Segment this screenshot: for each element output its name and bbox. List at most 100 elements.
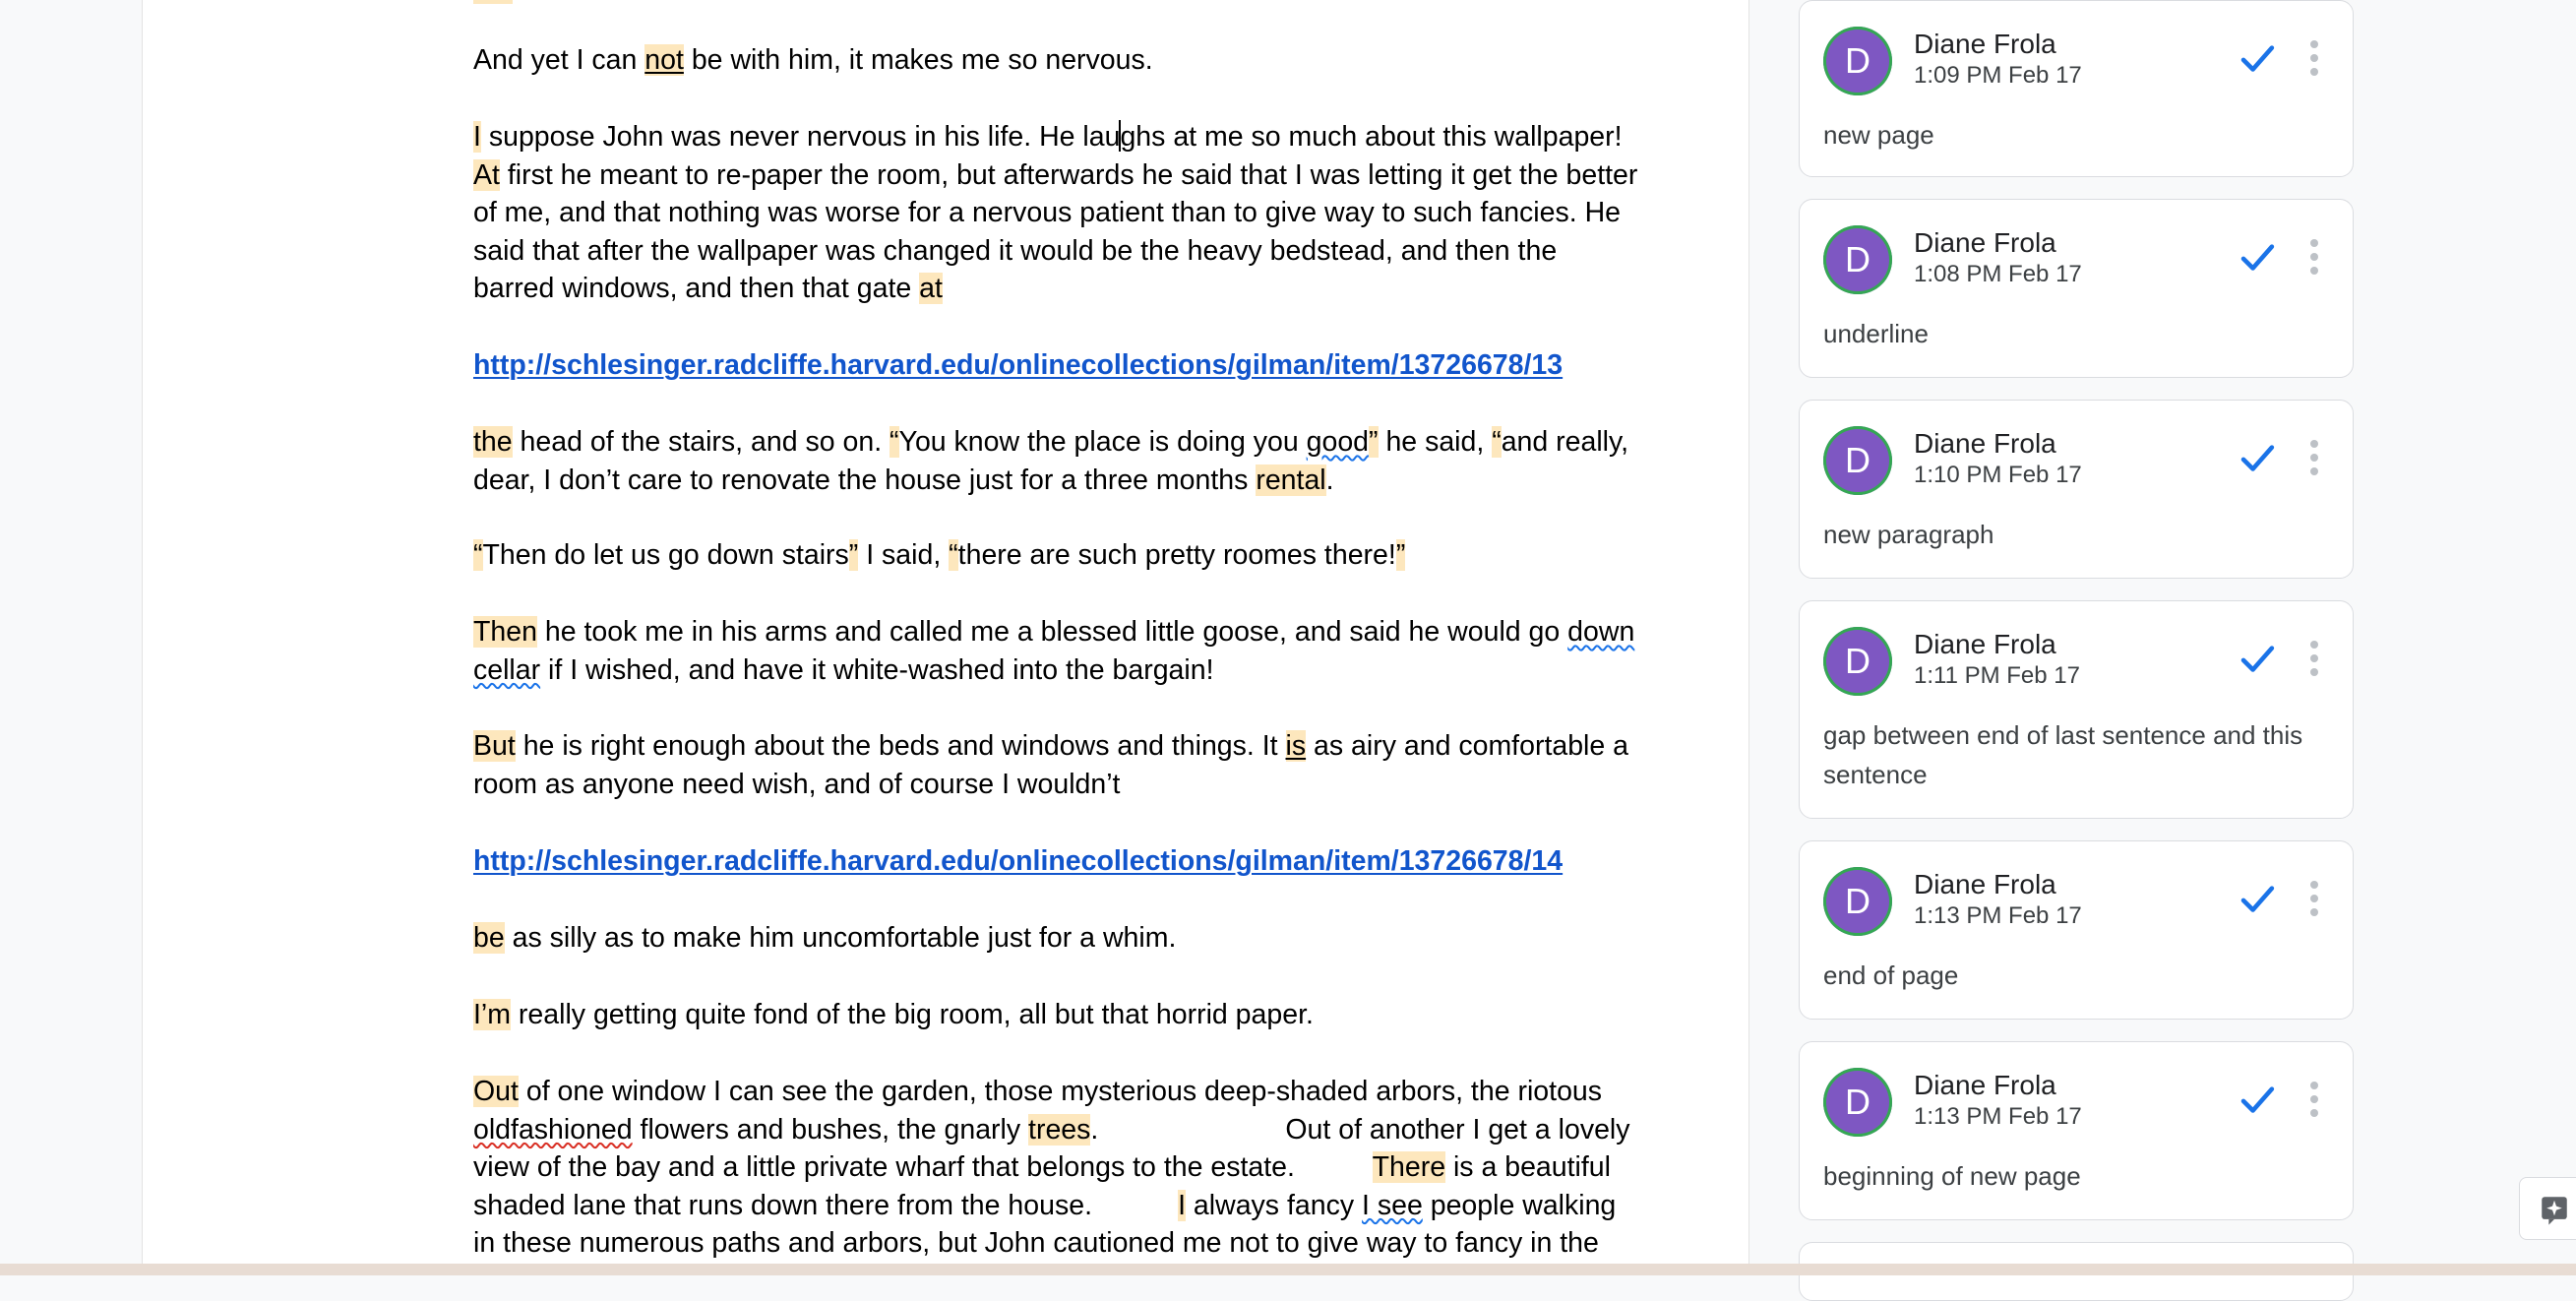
text-run: ghs at me so much about this wallpaper! bbox=[1120, 121, 1623, 153]
more-vertical-icon[interactable] bbox=[2307, 239, 2321, 279]
comment-card[interactable]: D Diane Frola 1:13 PM Feb 17 beginning o… bbox=[1799, 1041, 2354, 1220]
more-vertical-icon[interactable] bbox=[2307, 40, 2321, 80]
comment-anchor-text[interactable]: is bbox=[1285, 730, 1307, 762]
more-vertical-icon[interactable] bbox=[2307, 440, 2321, 479]
hyperlink[interactable]: http://schlesinger.radcliffe.harvard.edu… bbox=[473, 349, 1563, 381]
avatar: D bbox=[1823, 225, 1892, 294]
sparkle-icon bbox=[2542, 1197, 2567, 1225]
text-line: “Then do let us go down stairs” I said, … bbox=[473, 536, 1723, 575]
comment-anchor-text[interactable]: There bbox=[1372, 1151, 1446, 1183]
text-run: and really, bbox=[1501, 426, 1629, 458]
comment-anchor-text[interactable]: ” bbox=[848, 539, 859, 571]
comment-anchor-text[interactable]: be bbox=[473, 922, 505, 954]
assist-button[interactable] bbox=[2519, 1177, 2576, 1240]
text-line: But he is right enough about the beds an… bbox=[473, 727, 1723, 766]
spelling-error-text: oldfashioned bbox=[473, 1113, 633, 1146]
comment-anchor-text[interactable]: ” bbox=[1395, 539, 1406, 571]
paragraph[interactable]: the head of the stairs, and so on. “You … bbox=[473, 423, 1723, 499]
avatar: D bbox=[1823, 867, 1892, 936]
comment-time: 1:10 PM Feb 17 bbox=[1914, 462, 2082, 488]
text-line: view of the bay and a little private wha… bbox=[473, 1148, 1723, 1187]
comment-time: 1:13 PM Feb 17 bbox=[1914, 902, 2082, 929]
text-run: I said, bbox=[858, 539, 950, 571]
cut-off-highlight bbox=[473, 0, 513, 4]
comment-anchor-text[interactable]: But bbox=[473, 730, 516, 762]
comment-time: 1:13 PM Feb 17 bbox=[1914, 1103, 2082, 1130]
check-icon[interactable] bbox=[2237, 639, 2278, 680]
text-line: dear, I don’t care to renovate the house… bbox=[473, 462, 1723, 500]
text-line: Then he took me in his arms and called m… bbox=[473, 613, 1723, 651]
hyperlink[interactable]: http://schlesinger.radcliffe.harvard.edu… bbox=[473, 845, 1563, 877]
text-run: if I wished, and have it white-washed in… bbox=[540, 653, 1214, 686]
paragraph[interactable]: Then he took me in his arms and called m… bbox=[473, 613, 1723, 689]
comment-anchor-text[interactable]: Then bbox=[473, 616, 537, 648]
source-link-14[interactable]: http://schlesinger.radcliffe.harvard.edu… bbox=[473, 842, 1723, 881]
source-link-13[interactable]: http://schlesinger.radcliffe.harvard.edu… bbox=[473, 346, 1723, 385]
comment-anchor-text[interactable]: “ bbox=[473, 539, 483, 571]
text-line: be as silly as to make him uncomfortable… bbox=[473, 919, 1723, 958]
text-run: he is right enough about the beds and wi… bbox=[515, 730, 1286, 762]
comment-text: new page bbox=[1823, 120, 1934, 150]
text-run: shaded lane that runs down there from th… bbox=[473, 1189, 1179, 1221]
text-run: . Out of another I get a lovely bbox=[1090, 1113, 1630, 1146]
paragraph[interactable]: I’m really getting quite fond of the big… bbox=[473, 996, 1723, 1034]
paragraph[interactable]: I suppose John was never nervous in his … bbox=[473, 118, 1723, 308]
comment-card[interactable]: D Diane Frola 1:10 PM Feb 17 new paragra… bbox=[1799, 400, 2354, 579]
grammar-suggestion-text: I see bbox=[1362, 1189, 1423, 1221]
text-line: And yet I can not be with him, it makes … bbox=[473, 41, 1723, 80]
check-icon[interactable] bbox=[2237, 237, 2278, 279]
check-icon[interactable] bbox=[2237, 38, 2278, 80]
comment-card[interactable]: D Diane Frola 1:13 PM Feb 17 end of page bbox=[1799, 840, 2354, 1020]
more-vertical-icon[interactable] bbox=[2307, 881, 2321, 920]
bottom-bar bbox=[0, 1264, 2576, 1275]
text-run: barred windows, and then that gate bbox=[473, 273, 920, 304]
comment-anchor-text[interactable]: Out bbox=[473, 1076, 519, 1107]
comment-anchor-text[interactable]: the bbox=[473, 426, 513, 458]
comment-text: gap between end of last sentence and thi… bbox=[1823, 720, 2303, 789]
text-run: always fancy bbox=[1186, 1189, 1363, 1221]
text-line: I’m really getting quite fond of the big… bbox=[473, 996, 1723, 1034]
comment-card[interactable]: D Diane Frola 1:11 PM Feb 17 gap between… bbox=[1799, 600, 2354, 819]
paragraph[interactable]: Out of one window I can see the garden, … bbox=[473, 1073, 1723, 1263]
more-vertical-icon[interactable] bbox=[2307, 1082, 2321, 1121]
comment-text: end of page bbox=[1823, 960, 1959, 990]
comment-anchor-text[interactable]: At bbox=[473, 158, 500, 191]
paragraph[interactable]: But he is right enough about the beds an… bbox=[473, 727, 1723, 803]
comment-time: 1:09 PM Feb 17 bbox=[1914, 62, 2082, 89]
text-run: he took me in his arms and called me a b… bbox=[536, 616, 1568, 648]
text-run: really getting quite fond of the big roo… bbox=[511, 999, 1314, 1030]
check-icon[interactable] bbox=[2237, 879, 2278, 920]
comment-author: Diane Frola bbox=[1914, 428, 2056, 459]
comment-text: beginning of new page bbox=[1823, 1161, 2081, 1191]
more-vertical-icon[interactable] bbox=[2307, 641, 2321, 680]
paragraph[interactable]: be as silly as to make him uncomfortable… bbox=[473, 919, 1723, 958]
comment-anchor-text[interactable]: I bbox=[473, 121, 481, 153]
comment-anchor-text[interactable]: I bbox=[1178, 1189, 1187, 1221]
paragraph[interactable]: And yet I can not be with him, it makes … bbox=[473, 41, 1723, 80]
text-line: in these numerous paths and arbors, but … bbox=[473, 1224, 1723, 1263]
document-page[interactable]: And yet I can not be with him, it makes … bbox=[142, 0, 1749, 1275]
comment-anchor-text[interactable]: “ bbox=[889, 426, 899, 458]
comment-anchor-text[interactable]: I’m bbox=[473, 999, 511, 1030]
check-icon[interactable] bbox=[2237, 1080, 2278, 1121]
check-icon[interactable] bbox=[2237, 438, 2278, 479]
text-run: he said, bbox=[1378, 426, 1493, 458]
text-run: suppose John was never nervous in his li… bbox=[480, 121, 1121, 153]
text-run: . bbox=[1325, 464, 1334, 496]
comment-anchor-text[interactable]: trees bbox=[1028, 1113, 1091, 1146]
comment-card[interactable]: D Diane Frola 1:08 PM Feb 17 underline bbox=[1799, 199, 2354, 378]
comment-time: 1:08 PM Feb 17 bbox=[1914, 261, 2082, 287]
comment-anchor-text[interactable]: not bbox=[644, 44, 684, 76]
grammar-suggestion-text: cellar bbox=[473, 653, 541, 686]
text-run: as silly as to make him uncomfortable ju… bbox=[504, 922, 1177, 954]
comment-anchor-text[interactable]: rental bbox=[1256, 464, 1326, 496]
comment-card[interactable]: D Diane Frola 1:09 PM Feb 17 new page bbox=[1799, 0, 2354, 177]
comment-anchor-text[interactable]: ” bbox=[1369, 426, 1379, 458]
paragraph[interactable]: “Then do let us go down stairs” I said, … bbox=[473, 536, 1723, 575]
comment-author: Diane Frola bbox=[1914, 869, 2056, 899]
avatar: D bbox=[1823, 1068, 1892, 1137]
comment-anchor-text[interactable]: at bbox=[919, 273, 943, 304]
text-run: dear, I don’t care to renovate the house… bbox=[473, 464, 1257, 496]
comment-anchor-text[interactable]: “ bbox=[949, 539, 958, 571]
comment-anchor-text[interactable]: “ bbox=[1492, 426, 1502, 458]
